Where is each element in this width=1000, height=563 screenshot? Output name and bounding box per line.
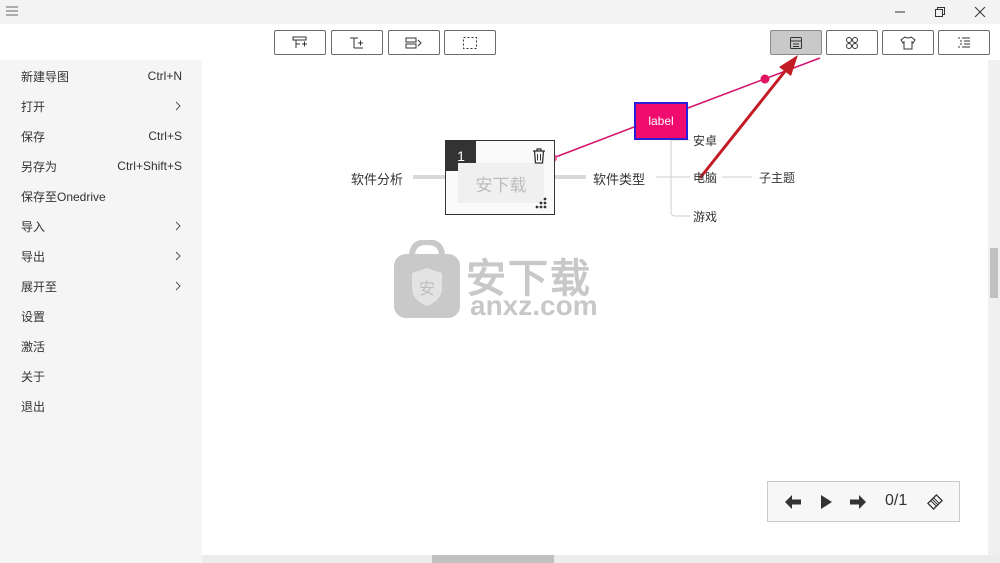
playback-panel: 0/1: [767, 481, 960, 522]
node-title[interactable]: 安下载: [458, 163, 544, 203]
subtopic-pc[interactable]: 电脑: [693, 169, 717, 186]
subtopic-android[interactable]: 安卓: [693, 132, 717, 149]
watermark-shield-icon: 安: [394, 240, 460, 318]
eraser-icon: [927, 494, 943, 510]
subtopic-games[interactable]: 游戏: [693, 208, 717, 225]
horizontal-scrollbar[interactable]: [202, 555, 1000, 563]
vertical-scroll-thumb[interactable]: [990, 248, 998, 298]
arrow-left-icon: [785, 495, 801, 509]
subtopic-child[interactable]: 子主题: [759, 169, 795, 186]
resize-grip-icon[interactable]: [534, 196, 548, 210]
play-icon: [821, 495, 832, 509]
horizontal-scroll-thumb[interactable]: [432, 555, 554, 563]
svg-text:安: 安: [419, 279, 435, 298]
slide-counter: 0/1: [885, 492, 908, 509]
prev-button[interactable]: [782, 492, 804, 512]
watermark-domain: anxz.com: [470, 290, 598, 321]
root-topic[interactable]: 软件分析: [351, 169, 403, 188]
relation-label[interactable]: label: [634, 102, 688, 140]
play-button[interactable]: [815, 492, 837, 512]
branch-topic[interactable]: 软件类型: [593, 169, 645, 188]
clear-button[interactable]: [924, 492, 946, 512]
arrow-right-icon: [850, 495, 866, 509]
next-button[interactable]: [847, 492, 869, 512]
vertical-scrollbar[interactable]: [988, 60, 1000, 555]
selected-topic-node[interactable]: 1 安下载: [445, 140, 555, 215]
trash-icon[interactable]: [532, 148, 546, 164]
